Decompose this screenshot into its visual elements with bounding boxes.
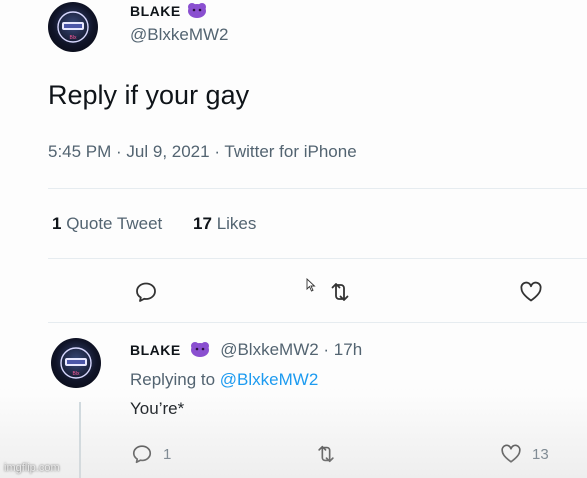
likes-stat[interactable]: 17 Likes — [193, 214, 256, 234]
reply-icon — [136, 282, 156, 302]
reply-header: BLAKE @BlxkeMW2 · 17h — [130, 340, 362, 360]
reply-reply-button[interactable]: 1 — [131, 443, 171, 465]
purple-blob-emoji-icon — [188, 3, 206, 18]
divider — [48, 188, 587, 189]
like-icon — [501, 444, 521, 463]
replying-to: Replying to @BlxkeMW2 — [130, 370, 318, 390]
display-name[interactable]: BLAKE — [130, 3, 181, 19]
reply-button[interactable] — [131, 277, 161, 307]
tweet-stats: 1 Quote Tweet 17 Likes — [52, 214, 282, 234]
replying-prefix: Replying to — [130, 370, 216, 389]
replying-handle-link[interactable]: @BlxkeMW2 — [220, 370, 319, 389]
reply-avatar[interactable]: Blx — [51, 338, 101, 388]
likes-label: Likes — [216, 214, 257, 233]
reply-display-name[interactable]: BLAKE — [130, 342, 181, 358]
tweet-page: Blx BLAKE @BlxkeMW2 Reply if your gay 5:… — [0, 0, 587, 478]
quote-count: 1 — [52, 214, 62, 233]
like-icon — [520, 281, 542, 302]
like-button[interactable] — [516, 277, 546, 307]
divider — [48, 258, 587, 259]
divider — [48, 322, 587, 323]
like-count: 13 — [532, 445, 549, 463]
retweet-icon — [331, 283, 349, 301]
purple-blob-emoji-icon — [191, 342, 210, 357]
avatar-image-icon: Blx — [60, 347, 92, 379]
tweet-timestamp[interactable]: 5:45 PM · Jul 9, 2021 · Twitter for iPho… — [48, 142, 357, 162]
avatar[interactable]: Blx — [48, 2, 98, 52]
handle[interactable]: @BlxkeMW2 — [130, 25, 229, 45]
reply-count: 1 — [163, 445, 172, 463]
svg-text:Blx: Blx — [70, 35, 77, 41]
mouse-cursor-icon — [306, 278, 316, 292]
reply-icon — [132, 445, 152, 464]
svg-text:Blx: Blx — [73, 371, 80, 377]
reply-handle-time[interactable]: @BlxkeMW2 · 17h — [220, 340, 362, 359]
reply-text: You’re* — [130, 399, 185, 418]
tweet-text: Reply if your gay — [48, 80, 250, 110]
retweet-button[interactable] — [325, 277, 355, 307]
reply-retweet-button[interactable] — [315, 443, 347, 465]
retweet-icon — [318, 445, 334, 463]
reply-like-button[interactable]: 13 — [500, 443, 549, 465]
thread-line — [79, 402, 81, 478]
quote-tweets-stat[interactable]: 1 Quote Tweet — [52, 214, 162, 234]
likes-count: 17 — [193, 214, 212, 233]
watermark: imgflip.com — [4, 462, 60, 474]
quote-label: Quote Tweet — [66, 214, 163, 233]
avatar-image-icon: Blx — [57, 11, 89, 43]
bottom-fade — [0, 388, 587, 478]
